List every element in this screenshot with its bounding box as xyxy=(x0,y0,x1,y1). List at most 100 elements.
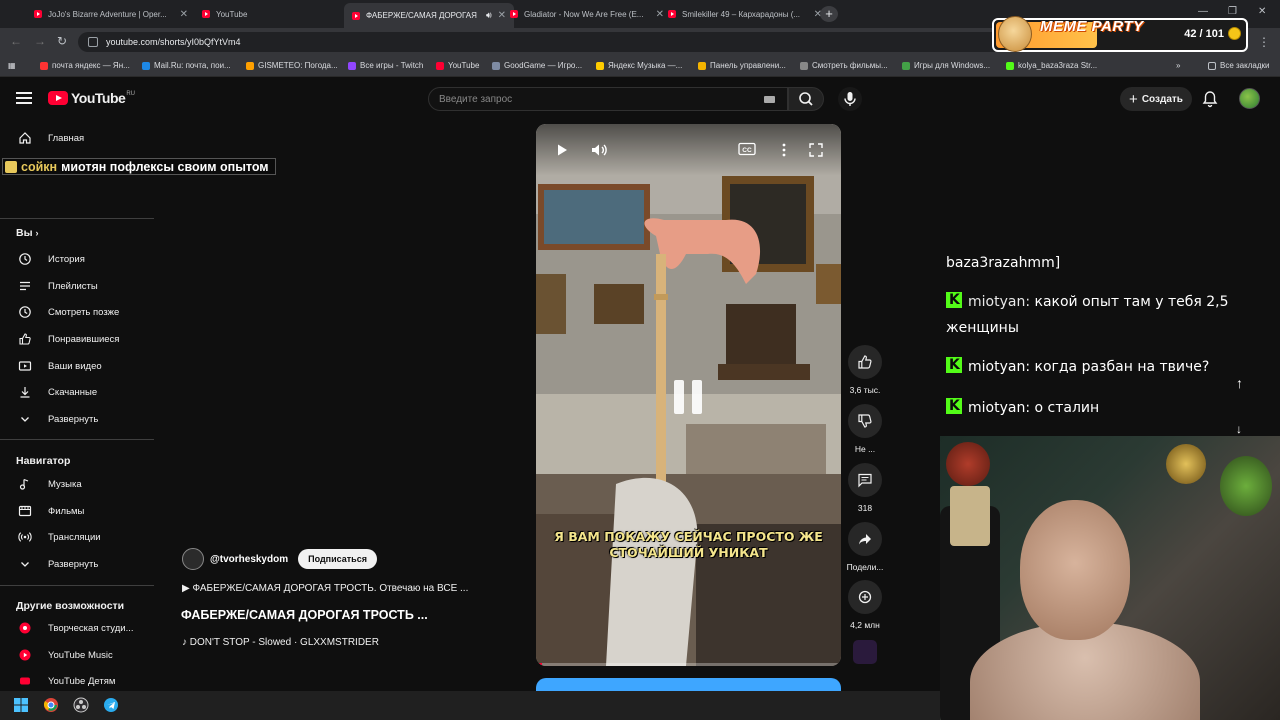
sound-thumbnail[interactable] xyxy=(853,640,877,664)
speaker-icon[interactable]: 🔊︎ xyxy=(486,10,492,21)
minimize-icon[interactable]: — xyxy=(1198,6,1208,17)
dislike-action[interactable]: Не ... xyxy=(846,404,884,454)
channel-avatar[interactable] xyxy=(182,548,204,570)
bookmark-gismeteo[interactable]: GISMETEO: Погода... xyxy=(246,61,338,70)
video-progress-bar[interactable] xyxy=(536,663,841,666)
restore-icon[interactable]: ❐ xyxy=(1228,6,1237,17)
sidebar-item-home[interactable]: Главная xyxy=(0,125,154,151)
remix-button[interactable] xyxy=(848,580,882,614)
subscribe-button[interactable]: Подписаться xyxy=(298,549,377,569)
like-button[interactable] xyxy=(848,345,882,379)
bookmark-goodgame[interactable]: GoodGame — Игро... xyxy=(492,61,582,70)
dislike-button[interactable] xyxy=(848,404,882,438)
back-arrow-icon[interactable]: ← xyxy=(10,34,22,48)
remix-action[interactable]: 4,2 млн xyxy=(846,580,884,630)
caption-text: миотян пофлексы своим опытом xyxy=(61,159,269,174)
sidebar-item-expand[interactable]: Развернуть xyxy=(0,406,154,432)
bookmark-yandex-mail[interactable]: почта яндекс — Ян... xyxy=(40,61,130,70)
chrome-icon[interactable] xyxy=(43,697,59,713)
bookmark-yandex-music[interactable]: Яндекс Музыка —... xyxy=(596,61,682,70)
bookmarks-overflow-icon[interactable]: » xyxy=(1176,61,1180,70)
browser-tab-gladiator[interactable]: Gladiator - Now We Are Free (E... ✕ xyxy=(502,3,672,25)
new-tab-button[interactable]: + xyxy=(820,6,838,22)
youtube-logo[interactable]: YouTube RU xyxy=(48,90,135,106)
voice-search-button[interactable] xyxy=(838,87,862,111)
short-music[interactable]: ♪ DON'T STOP - Slowed · GLXXMSTRIDER xyxy=(182,637,379,648)
captions-icon[interactable]: CC xyxy=(738,142,756,156)
sidebar-item-music[interactable]: Музыка xyxy=(0,471,154,497)
sidebar-item-downloads[interactable]: Скачанные xyxy=(0,379,154,405)
share-action[interactable]: Подели... xyxy=(846,522,884,572)
history-icon xyxy=(18,252,32,266)
obs-icon[interactable] xyxy=(73,697,89,713)
player-top-gradient xyxy=(536,124,841,176)
windows-start-icon[interactable] xyxy=(13,697,29,713)
sidebar-item-playlists[interactable]: Плейлисты xyxy=(0,273,154,299)
sidebar-item-watch-later[interactable]: Смотреть позже xyxy=(0,299,154,325)
create-button[interactable]: + Создать xyxy=(1120,87,1192,111)
bookmark-favicon-icon xyxy=(596,61,604,70)
bookmark-control-panel[interactable]: Панель управлени... xyxy=(698,61,786,70)
browser-tab-jojo[interactable]: JoJo's Bizarre Adventure | Oper... ✕ xyxy=(26,3,196,25)
menu-icon[interactable] xyxy=(16,92,32,107)
window-close-icon[interactable]: ✕ xyxy=(1258,6,1266,17)
pause-icon[interactable] xyxy=(671,378,705,416)
tab-label: JoJo's Bizarre Adventure | Oper... xyxy=(48,9,167,19)
sidebar-item-history[interactable]: История xyxy=(0,246,154,272)
scroll-down-arrow-icon[interactable]: ↓ xyxy=(1236,422,1242,436)
short-description[interactable]: ▶ ФАБЕРЖЕ/САМАЯ ДОРОГАЯ ТРОСТЬ. Отвечаю … xyxy=(182,583,468,594)
chat-message: miotyan: когда разбан на твиче? xyxy=(946,352,1266,380)
scroll-up-arrow-icon[interactable]: ↑ xyxy=(1236,375,1254,393)
browser-tab-youtube[interactable]: YouTube ✕ xyxy=(194,3,364,25)
sidebar-item-liked[interactable]: Понравившиеся xyxy=(0,326,154,352)
youtube-favicon-icon xyxy=(34,10,42,18)
tab-label: YouTube xyxy=(216,9,248,19)
shorts-video-player[interactable]: CC Я ВАМ ПОКАЖУ СЕЙЧАС ПРОСТО ЖЕ СТОЧАЙШ… xyxy=(536,124,841,666)
next-short-preview[interactable] xyxy=(536,678,841,692)
home-icon xyxy=(18,131,32,145)
sidebar-item-navigator-expand[interactable]: Развернуть xyxy=(0,551,154,577)
play-icon[interactable] xyxy=(554,142,570,158)
bookmark-movies[interactable]: Смотреть фильмы... xyxy=(800,61,888,70)
bookmark-mailru[interactable]: Mail.Ru: почта, пои... xyxy=(142,61,231,70)
browser-tab-faberge[interactable]: ФАБЕРЖЕ/САМАЯ ДОРОГАЯ 🔊︎ ✕ xyxy=(344,3,514,28)
notifications-bell-icon[interactable] xyxy=(1202,90,1218,108)
chat-user: miotyan: xyxy=(968,359,1031,375)
meme-party-title: MEME PARTY xyxy=(1040,18,1144,35)
sidebar-heading-you[interactable]: Вы › xyxy=(16,227,38,239)
comments-button[interactable] xyxy=(848,463,882,497)
volume-icon[interactable] xyxy=(590,142,608,158)
close-icon[interactable]: ✕ xyxy=(180,9,188,20)
channel-name[interactable]: @tvorheskydom xyxy=(210,554,288,565)
all-bookmarks[interactable]: Все закладки xyxy=(1208,61,1269,70)
like-action[interactable]: 3,6 тыс. xyxy=(846,345,884,395)
sidebar-item-movies[interactable]: Фильмы xyxy=(0,498,154,524)
search-input[interactable] xyxy=(439,93,759,105)
browser-tab-smilekiller[interactable]: Smilekiller 49 – Кархарадоны (... ✕ xyxy=(660,3,830,25)
bookmark-favicon-icon xyxy=(246,61,254,70)
keyboard-icon[interactable] xyxy=(764,96,775,103)
forward-arrow-icon[interactable]: → xyxy=(34,34,46,48)
more-options-icon[interactable] xyxy=(780,142,788,158)
sidebar-item-live[interactable]: Трансляции xyxy=(0,524,154,550)
apps-grid-icon[interactable]: ▦ xyxy=(8,61,16,70)
sidebar-item-your-videos[interactable]: Ваши видео xyxy=(0,353,154,379)
telegram-icon[interactable] xyxy=(103,697,119,713)
bookmark-youtube[interactable]: YouTube xyxy=(436,61,479,70)
reload-icon[interactable]: ↻ xyxy=(57,34,67,48)
site-info-icon[interactable] xyxy=(88,37,98,47)
account-avatar[interactable] xyxy=(1239,88,1260,109)
sidebar-item-studio[interactable]: Творческая студи... xyxy=(0,615,154,641)
bookmark-kick[interactable]: kolya_baza3raza Str... xyxy=(1006,61,1097,70)
bookmark-twitch[interactable]: Все игры - Twitch xyxy=(348,61,423,70)
fullscreen-icon[interactable] xyxy=(808,142,824,158)
browser-menu-icon[interactable]: ⋮ xyxy=(1258,35,1270,49)
search-button[interactable] xyxy=(788,87,824,111)
bookmark-favicon-icon xyxy=(698,61,706,70)
live-broadcast-icon xyxy=(18,530,32,544)
share-button[interactable] xyxy=(848,522,882,556)
comments-action[interactable]: 318 xyxy=(846,463,884,513)
sidebar-item-youtube-music[interactable]: YouTube Music xyxy=(0,642,154,668)
bookmark-windows-games[interactable]: Игры для Windows... xyxy=(902,61,990,70)
short-title[interactable]: ФАБЕРЖЕ/САМАЯ ДОРОГАЯ ТРОСТЬ ... xyxy=(181,608,428,622)
